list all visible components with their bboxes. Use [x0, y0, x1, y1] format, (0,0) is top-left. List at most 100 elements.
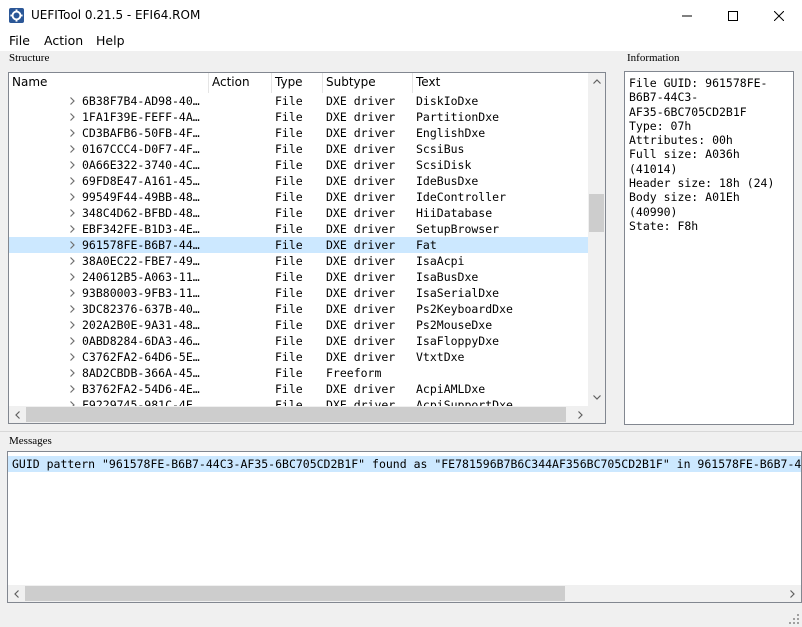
column-name[interactable]: Name: [9, 73, 209, 93]
tree-row[interactable]: 0A66E322-3740-4C… File DXE driver ScsiDisk: [9, 157, 589, 173]
scroll-up-icon[interactable]: [588, 73, 605, 90]
tree-row[interactable]: 202A2B0E-9A31-48… File DXE driver Ps2MouseD…: [9, 317, 589, 333]
chevron-right-icon[interactable]: [68, 113, 76, 121]
resize-grip-icon[interactable]: [788, 613, 800, 625]
cell-type: File: [275, 158, 303, 172]
cell-subtype: DXE driver: [326, 270, 396, 284]
messages-horizontal-scrollbar[interactable]: [8, 585, 801, 602]
messages-horizontal-thumb[interactable]: [25, 586, 565, 601]
tree-horizontal-thumb[interactable]: [26, 407, 566, 422]
cell-type: File: [275, 238, 303, 252]
menu-help[interactable]: Help: [96, 33, 125, 48]
chevron-right-icon[interactable]: [68, 241, 76, 249]
chevron-right-icon[interactable]: [68, 369, 76, 377]
chevron-right-icon[interactable]: [68, 145, 76, 153]
tree-row[interactable]: 99549F44-49BB-48… File DXE driver IdeContro…: [9, 189, 589, 205]
menu-action[interactable]: Action: [44, 33, 83, 48]
tree-vertical-scrollbar[interactable]: [588, 73, 605, 406]
cell-text: PartitionDxe: [416, 110, 500, 124]
chevron-right-icon[interactable]: [68, 273, 76, 281]
tree-row[interactable]: B3762FA2-54D6-4E… File DXE driver AcpiAMLDx…: [9, 381, 589, 397]
tree-row[interactable]: CD3BAFB6-50FB-4F… File DXE driver EnglishDx…: [9, 125, 589, 141]
cell-subtype: Freeform: [326, 366, 382, 380]
cell-subtype: DXE driver: [326, 174, 396, 188]
cell-type: File: [275, 286, 303, 300]
scroll-down-icon[interactable]: [588, 389, 605, 406]
chevron-right-icon[interactable]: [68, 97, 76, 105]
tree-row[interactable]: 348C4D62-BFBD-48… File DXE driver HiiDataba…: [9, 205, 589, 221]
scroll-left-icon[interactable]: [8, 585, 25, 602]
scroll-right-icon[interactable]: [784, 585, 801, 602]
cell-type: File: [275, 318, 303, 332]
cell-subtype: DXE driver: [326, 94, 396, 108]
window-title: UEFITool 0.21.5 - EFI64.ROM: [31, 8, 201, 22]
chevron-right-icon[interactable]: [68, 193, 76, 201]
maximize-button[interactable]: [710, 0, 756, 31]
tree-row[interactable]: 3DC82376-637B-40… File DXE driver Ps2Keyboa…: [9, 301, 589, 317]
chevron-right-icon[interactable]: [68, 305, 76, 313]
minimize-button[interactable]: [664, 0, 710, 31]
tree-row[interactable]: 0167CCC4-D0F7-4F… File DXE driver ScsiBus: [9, 141, 589, 157]
tree-row[interactable]: 38A0EC22-FBE7-49… File DXE driver IsaAcpi: [9, 253, 589, 269]
cell-name: 99549F44-49BB-48…: [82, 190, 200, 204]
tree-row[interactable]: 69FD8E47-A161-45… File DXE driver IdeBusDxe: [9, 173, 589, 189]
chevron-right-icon[interactable]: [68, 321, 76, 329]
menu-file[interactable]: File: [9, 33, 30, 48]
tree-row[interactable]: 1FA1F39E-FEFF-4A… File DXE driver Partition…: [9, 109, 589, 125]
tree-row[interactable]: 8AD2CBDB-366A-45… File Freeform: [9, 365, 589, 381]
cell-type: File: [275, 126, 303, 140]
cell-type: File: [275, 174, 303, 188]
cell-text: ScsiDisk: [416, 158, 472, 172]
information-panel[interactable]: File GUID: 961578FE- B6B7-44C3- AF35-6BC…: [624, 71, 794, 425]
cell-text: Fat: [416, 238, 437, 252]
column-subtype[interactable]: Subtype: [323, 73, 413, 93]
cell-subtype: DXE driver: [326, 206, 396, 220]
cell-text: IdeController: [416, 190, 507, 204]
cell-name: 0A66E322-3740-4C…: [82, 158, 200, 172]
chevron-right-icon[interactable]: [68, 225, 76, 233]
structure-tree[interactable]: Name Action Type Subtype Text 6B38F7B4-A…: [8, 72, 606, 424]
cell-type: File: [275, 94, 303, 108]
scroll-left-icon[interactable]: [9, 406, 26, 423]
chevron-right-icon[interactable]: [68, 337, 76, 345]
chevron-right-icon[interactable]: [68, 257, 76, 265]
column-text[interactable]: Text: [413, 73, 589, 93]
cell-subtype: DXE driver: [326, 126, 396, 140]
cell-name: 8AD2CBDB-366A-45…: [82, 366, 200, 380]
cell-name: 348C4D62-BFBD-48…: [82, 206, 200, 220]
message-item[interactable]: GUID pattern "961578FE-B6B7-44C3-AF35-6B…: [8, 456, 801, 472]
messages-list[interactable]: GUID pattern "961578FE-B6B7-44C3-AF35-6B…: [7, 451, 802, 603]
tree-row[interactable]: C3762FA2-64D6-5E… File DXE driver VtxtDxe: [9, 349, 589, 365]
tree-row[interactable]: 0ABD8284-6DA3-46… File DXE driver IsaFloppy…: [9, 333, 589, 349]
cell-type: File: [275, 110, 303, 124]
cell-text: AcpiAMLDxe: [416, 382, 486, 396]
chevron-right-icon[interactable]: [68, 289, 76, 297]
cell-name: 961578FE-B6B7-44…: [82, 238, 200, 252]
close-button[interactable]: [756, 0, 802, 31]
cell-type: File: [275, 382, 303, 396]
tree-row[interactable]: 240612B5-A063-11… File DXE driver IsaBusDxe: [9, 269, 589, 285]
chevron-right-icon[interactable]: [68, 129, 76, 137]
tree-vertical-thumb[interactable]: [589, 194, 604, 232]
tree-row[interactable]: EBF342FE-B1D3-4E… File DXE driver SetupBrow…: [9, 221, 589, 237]
chevron-right-icon[interactable]: [68, 161, 76, 169]
cell-text: HiiDatabase: [416, 206, 493, 220]
cell-text: Ps2KeyboardDxe: [416, 302, 513, 316]
cell-subtype: DXE driver: [326, 142, 396, 156]
tree-horizontal-scrollbar[interactable]: [9, 406, 589, 423]
tree-row[interactable]: 93B80003-9FB3-11… File DXE driver IsaSerial…: [9, 285, 589, 301]
scroll-right-icon[interactable]: [572, 406, 589, 423]
column-type[interactable]: Type: [272, 73, 323, 93]
cell-subtype: DXE driver: [326, 334, 396, 348]
chevron-right-icon[interactable]: [68, 353, 76, 361]
chevron-right-icon[interactable]: [68, 385, 76, 393]
chevron-right-icon[interactable]: [68, 177, 76, 185]
splitter[interactable]: [0, 431, 802, 432]
tree-row[interactable]: 6B38F7B4-AD98-40… File DXE driver DiskIoDxe: [9, 93, 589, 109]
cell-subtype: DXE driver: [326, 286, 396, 300]
column-action[interactable]: Action: [209, 73, 272, 93]
cell-name: 0167CCC4-D0F7-4F…: [82, 142, 200, 156]
tree-row[interactable]: 961578FE-B6B7-44… File DXE driver Fat: [9, 237, 589, 253]
chevron-right-icon[interactable]: [68, 209, 76, 217]
cell-type: File: [275, 302, 303, 316]
